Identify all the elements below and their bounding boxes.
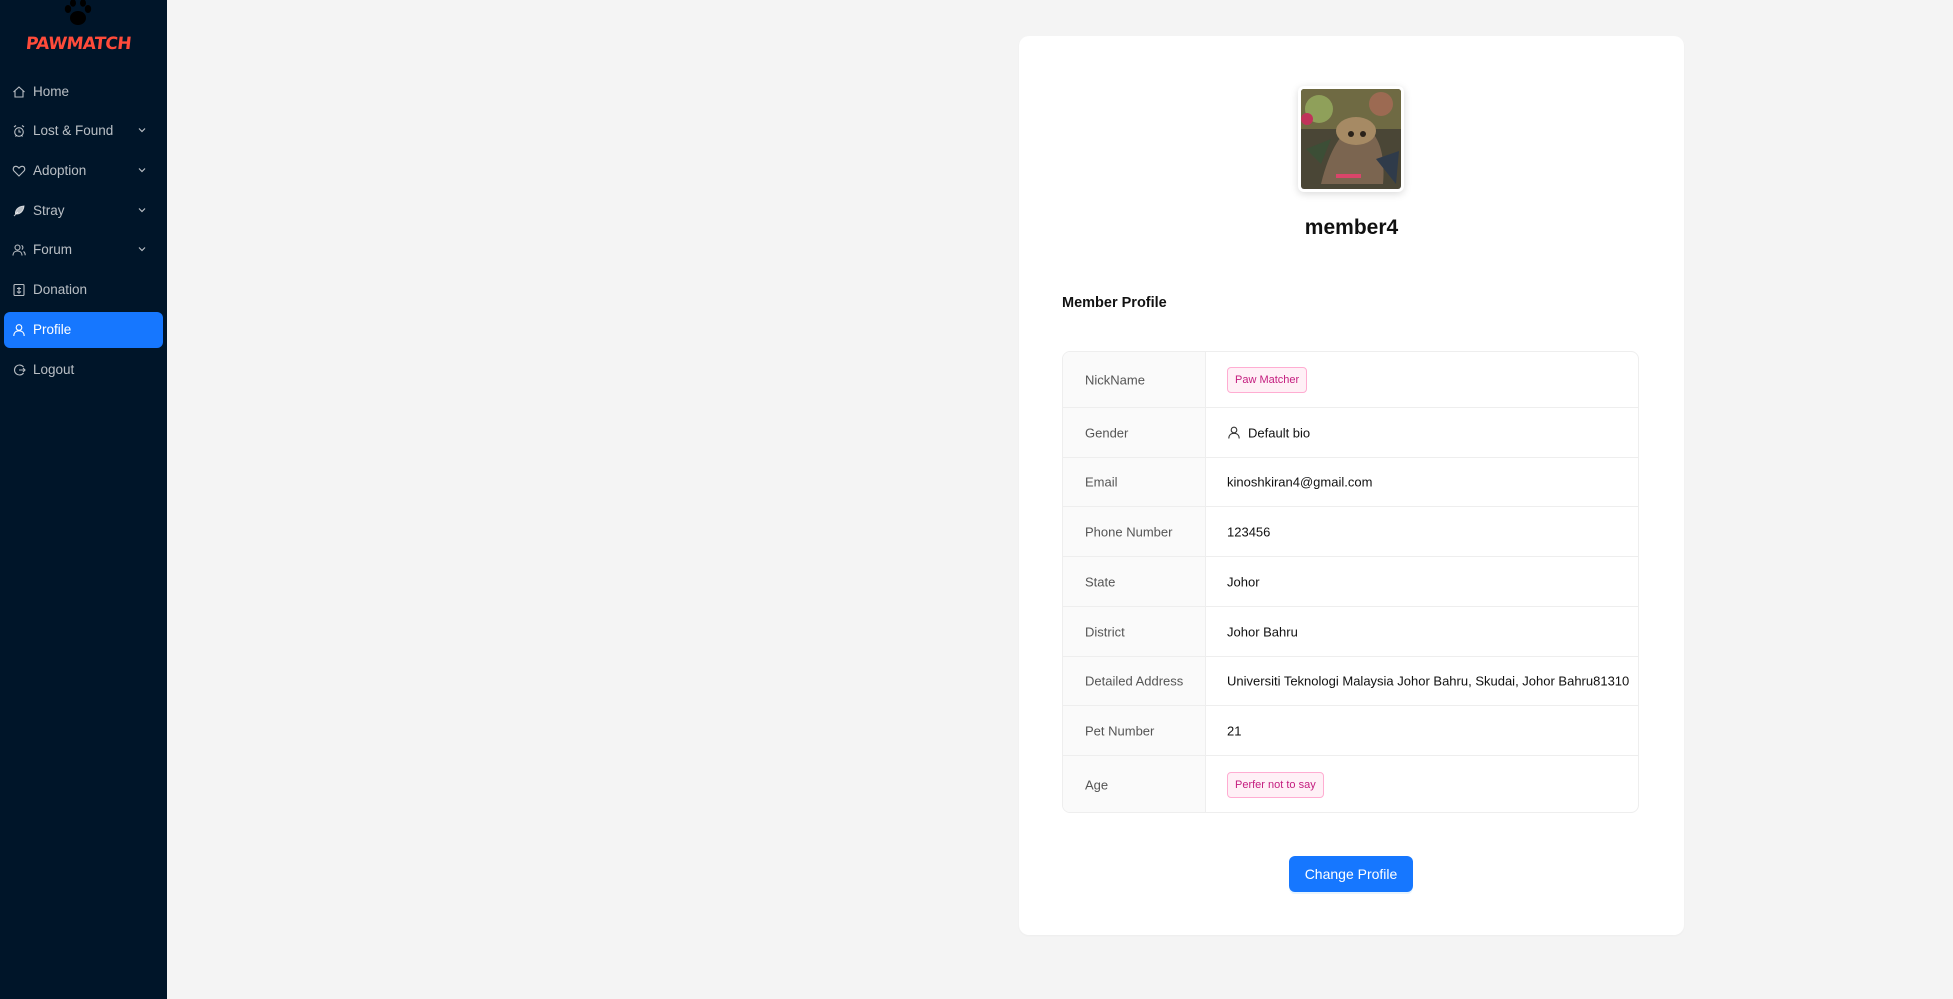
sidebar-item-logout[interactable]: Logout	[4, 352, 163, 388]
sidebar-item-home[interactable]: Home	[4, 74, 163, 110]
nickname-tag: Paw Matcher	[1227, 366, 1308, 393]
age-tag: Perfer not to say	[1227, 772, 1324, 798]
home-icon	[13, 86, 25, 98]
feather-icon	[13, 205, 25, 217]
row-value: Default bio	[1227, 425, 1310, 440]
row-label: Gender	[1063, 408, 1206, 457]
gender-value: Default bio	[1248, 425, 1311, 440]
sidebar-item-profile[interactable]: Profile	[4, 312, 163, 348]
phone-value: 123456	[1227, 524, 1271, 539]
sidebar-item-label: Stray	[33, 203, 65, 218]
chevron-down-icon	[138, 168, 146, 173]
sidebar-item-adoption[interactable]: Adoption	[4, 153, 163, 189]
sidebar-item-lost-found[interactable]: Lost & Found	[4, 113, 163, 149]
profile-username: member4	[1304, 216, 1399, 239]
row-label: Pet Number	[1063, 706, 1206, 755]
table-row: NickName Paw Matcher	[1063, 352, 1638, 408]
row-value: Perfer not to say	[1227, 772, 1324, 798]
row-label: Age	[1063, 756, 1206, 812]
alarm-icon	[13, 125, 25, 137]
table-row: Gender Default bio	[1063, 408, 1638, 458]
avatar	[1298, 86, 1404, 192]
table-row: Phone Number 123456	[1063, 507, 1638, 557]
table-row: Email kinoshkiran4@gmail.com	[1063, 458, 1638, 507]
state-value: Johor	[1227, 574, 1260, 589]
avatar-image	[1301, 89, 1401, 189]
address-value: Universiti Teknologi Malaysia Johor Bahr…	[1227, 673, 1630, 689]
change-profile-button[interactable]: Change Profile	[1289, 856, 1413, 892]
sidebar-item-label: Profile	[33, 322, 72, 337]
table-row: State Johor	[1063, 557, 1638, 607]
table-row: Age Perfer not to say	[1063, 756, 1638, 812]
sidebar-item-forum[interactable]: Forum	[4, 232, 163, 268]
heart-icon	[12, 165, 26, 177]
sidebar-item-donation[interactable]: Donation	[4, 272, 163, 308]
paw-icon	[64, 0, 92, 25]
email-value: kinoshkiran4@gmail.com	[1227, 474, 1373, 490]
app-logo-text: PAWMATCH	[24, 34, 133, 54]
app-logo[interactable]: PAWMATCH	[0, 0, 167, 60]
table-row: District Johor Bahru	[1063, 607, 1638, 657]
row-label: Email	[1063, 458, 1206, 506]
profile-card: member4 Member Profile NickName Paw Matc…	[1019, 36, 1684, 935]
chevron-down-icon	[138, 128, 146, 133]
row-label: Detailed Address	[1063, 657, 1206, 705]
row-label: State	[1063, 557, 1206, 606]
section-title: Member Profile	[1062, 295, 1167, 311]
table-row: Pet Number 21	[1063, 706, 1638, 756]
row-label: NickName	[1063, 352, 1206, 407]
chevron-down-icon	[138, 247, 146, 252]
row-value: Paw Matcher	[1227, 366, 1308, 393]
sidebar: PAWMATCH Home Lost & Found Adoption Stra…	[0, 0, 167, 999]
pet-number-value: 21	[1227, 723, 1242, 738]
table-row: Detailed Address Universiti Teknologi Ma…	[1063, 657, 1638, 706]
user-icon	[13, 324, 25, 337]
sidebar-item-label: Home	[33, 84, 70, 99]
sidebar-item-label: Lost & Found	[33, 123, 114, 138]
chevron-down-icon	[138, 208, 146, 213]
sidebar-item-stray[interactable]: Stray	[4, 193, 163, 229]
logout-icon	[13, 364, 26, 376]
team-icon	[12, 244, 26, 256]
user-icon	[1228, 426, 1240, 439]
row-label: Phone Number	[1063, 507, 1206, 556]
profile-details-table: NickName Paw Matcher Gender Default bio …	[1062, 351, 1639, 813]
donation-box-icon	[13, 283, 25, 297]
sidebar-item-label: Forum	[33, 242, 73, 257]
district-value: Johor Bahru	[1227, 624, 1298, 639]
sidebar-item-label: Logout	[33, 362, 75, 377]
sidebar-item-label: Adoption	[33, 163, 87, 178]
sidebar-item-label: Donation	[33, 282, 88, 297]
row-label: District	[1063, 607, 1206, 656]
